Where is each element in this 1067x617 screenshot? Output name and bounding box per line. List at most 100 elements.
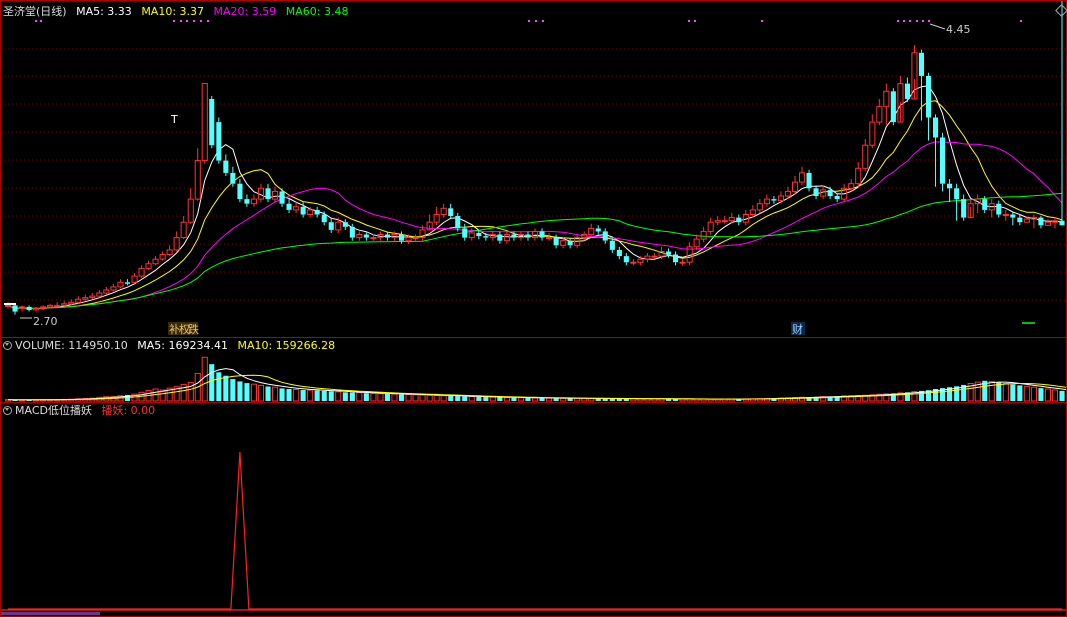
candle-body [131,275,138,283]
candle-body [1044,221,1052,226]
volume-bar [349,392,355,401]
candle [314,206,320,218]
candle-body [553,237,559,246]
candle [54,302,61,307]
candle [462,223,468,241]
volume-bar [419,394,426,402]
candle-body [244,199,250,204]
stock-title[interactable]: 圣济堂(日线) [3,5,67,18]
candle [988,199,995,218]
volume-bar [448,395,454,401]
volume-bar [265,386,271,401]
candle [673,251,679,266]
candle [455,212,461,232]
event-marker-dot [903,20,905,22]
candle [503,231,510,244]
candle [426,214,433,231]
candle [1044,219,1052,226]
volume-bar [1030,386,1038,402]
candle [138,265,145,278]
event-marker-dot [535,20,537,22]
candle-body [145,263,152,269]
t-marker: T [170,113,178,126]
ma20-line [7,141,1063,309]
volume-bar [483,397,489,401]
candle [686,242,693,266]
candle [616,246,622,260]
candle-body [1023,218,1030,223]
event-marker-dot [688,20,690,22]
candle [223,154,229,176]
candle-body [511,234,517,238]
macd-header: MACD低位播妖 播妖: 0.00 [3,404,161,418]
candle-body [651,255,658,258]
candle [693,234,700,250]
volume-ma5: MA5: 169234.41 [137,339,228,352]
volume-bar [539,398,545,401]
high-pointer [929,23,946,30]
candle-body [279,191,285,204]
candle [567,237,573,249]
event-marker-dot [922,20,924,22]
candle-body [1059,220,1065,226]
macd-bottom-marker [0,612,100,615]
candle [440,203,447,218]
candle [335,217,342,233]
volume-bar [335,391,342,402]
candle [539,228,545,241]
candle-body [209,99,215,146]
candle-body [440,207,447,216]
candle [771,196,777,204]
candle [947,179,953,203]
volume-bar [468,396,475,402]
candle-body [180,221,187,239]
candle [897,75,904,123]
candle-body [792,181,799,192]
volume-bar [1051,389,1059,402]
candle [855,162,862,187]
candle-body [412,237,419,240]
candle-body [250,198,257,205]
candle-body [940,137,946,184]
candle-body [5,304,12,307]
candle-body [47,304,54,308]
candle [742,209,749,226]
candle [1038,216,1044,229]
candle-body [75,298,82,303]
volume-ma10: MA10: 159266.28 [237,339,336,352]
volume-bar [511,397,517,401]
moving-average-lines [7,85,1063,310]
volume-bar [1038,388,1044,401]
candle [201,83,208,164]
candle-body [96,292,103,297]
candle-body [532,230,539,239]
candle-body [848,183,855,189]
candle-body [679,261,686,264]
candle-body [328,222,334,230]
candle [26,305,32,312]
candle [602,228,608,244]
volume-bar [279,388,285,401]
volume-bar [525,397,531,401]
candle-body [728,217,735,222]
expand-icon[interactable] [3,406,12,415]
expand-icon[interactable] [3,341,12,350]
candle-body [918,52,924,76]
candle [777,191,785,204]
candle-body [1038,217,1044,226]
ma60-value: MA60: 3.48 [285,5,349,18]
candle-body [862,144,869,169]
candle [623,253,629,266]
candle-body [749,209,756,215]
candle [257,183,264,203]
candle-body [82,297,89,300]
candle [763,194,771,207]
candle-body [89,295,96,299]
candle [448,203,454,220]
candle-body [595,228,601,232]
candle [19,305,26,312]
price-header: 圣济堂(日线) MA5: 3.33 MA10: 3.37 MA20: 3.59 … [3,5,354,19]
event-marker-dot [916,20,918,22]
candle-body [237,183,243,200]
candle-body [223,160,229,173]
